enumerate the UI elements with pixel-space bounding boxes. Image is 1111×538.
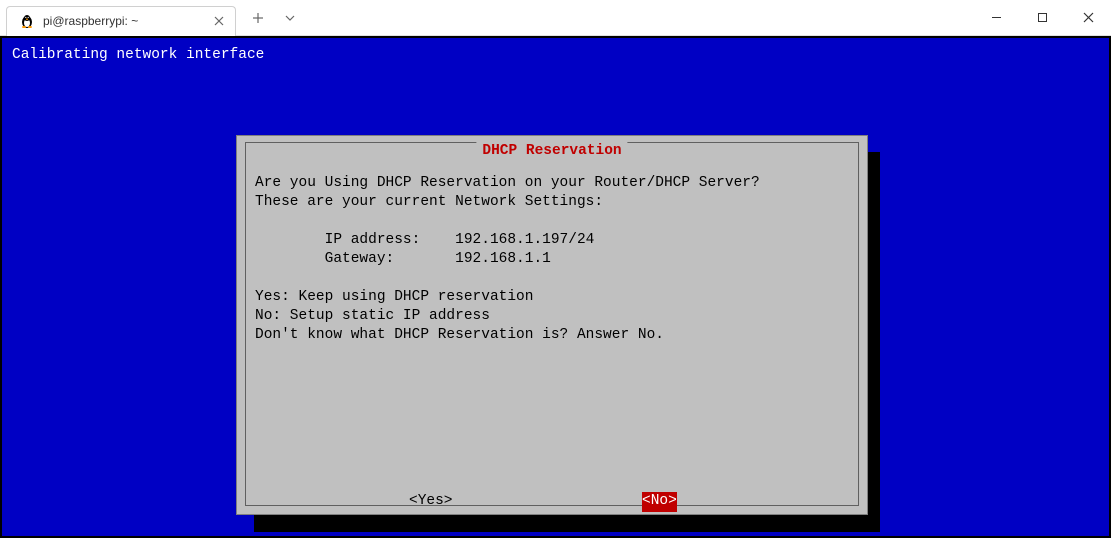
gateway-label: Gateway: <box>255 251 455 267</box>
terminal-tab[interactable]: pi@raspberrypi: ~ <box>6 6 236 36</box>
gateway-value: 192.168.1.1 <box>455 251 551 267</box>
dialog-line2: These are your current Network Settings: <box>255 194 603 210</box>
window-controls <box>973 0 1111 36</box>
new-tab-button[interactable] <box>244 4 272 32</box>
tab-dropdown-button[interactable] <box>276 4 304 32</box>
close-tab-icon[interactable] <box>211 13 227 29</box>
ip-value: 192.168.1.197/24 <box>455 232 594 248</box>
status-text: Calibrating network interface <box>12 46 1099 66</box>
dialog-title: DHCP Reservation <box>476 142 627 162</box>
tab-title: pi@raspberrypi: ~ <box>43 14 203 28</box>
option-no: No: Setup static IP address <box>255 308 490 324</box>
dialog-line1: Are you Using DHCP Reservation on your R… <box>255 175 760 191</box>
no-button[interactable]: <No> <box>642 492 677 512</box>
ip-label: IP address: <box>255 232 455 248</box>
terminal-inner[interactable]: Calibrating network interface DHCP Reser… <box>2 38 1109 536</box>
terminal-area: Calibrating network interface DHCP Reser… <box>0 36 1111 538</box>
option-yes: Yes: Keep using DHCP reservation <box>255 289 533 305</box>
maximize-button[interactable] <box>1019 0 1065 36</box>
penguin-icon <box>19 13 35 29</box>
yes-button[interactable]: <Yes> <box>409 492 453 512</box>
dhcp-dialog: DHCP Reservation Are you Using DHCP Rese… <box>236 135 868 515</box>
minimize-button[interactable] <box>973 0 1019 36</box>
titlebar: pi@raspberrypi: ~ <box>0 0 1111 36</box>
dialog-content: Are you Using DHCP Reservation on your R… <box>255 174 849 345</box>
hint-text: Don't know what DHCP Reservation is? Ans… <box>255 327 664 343</box>
close-window-button[interactable] <box>1065 0 1111 36</box>
